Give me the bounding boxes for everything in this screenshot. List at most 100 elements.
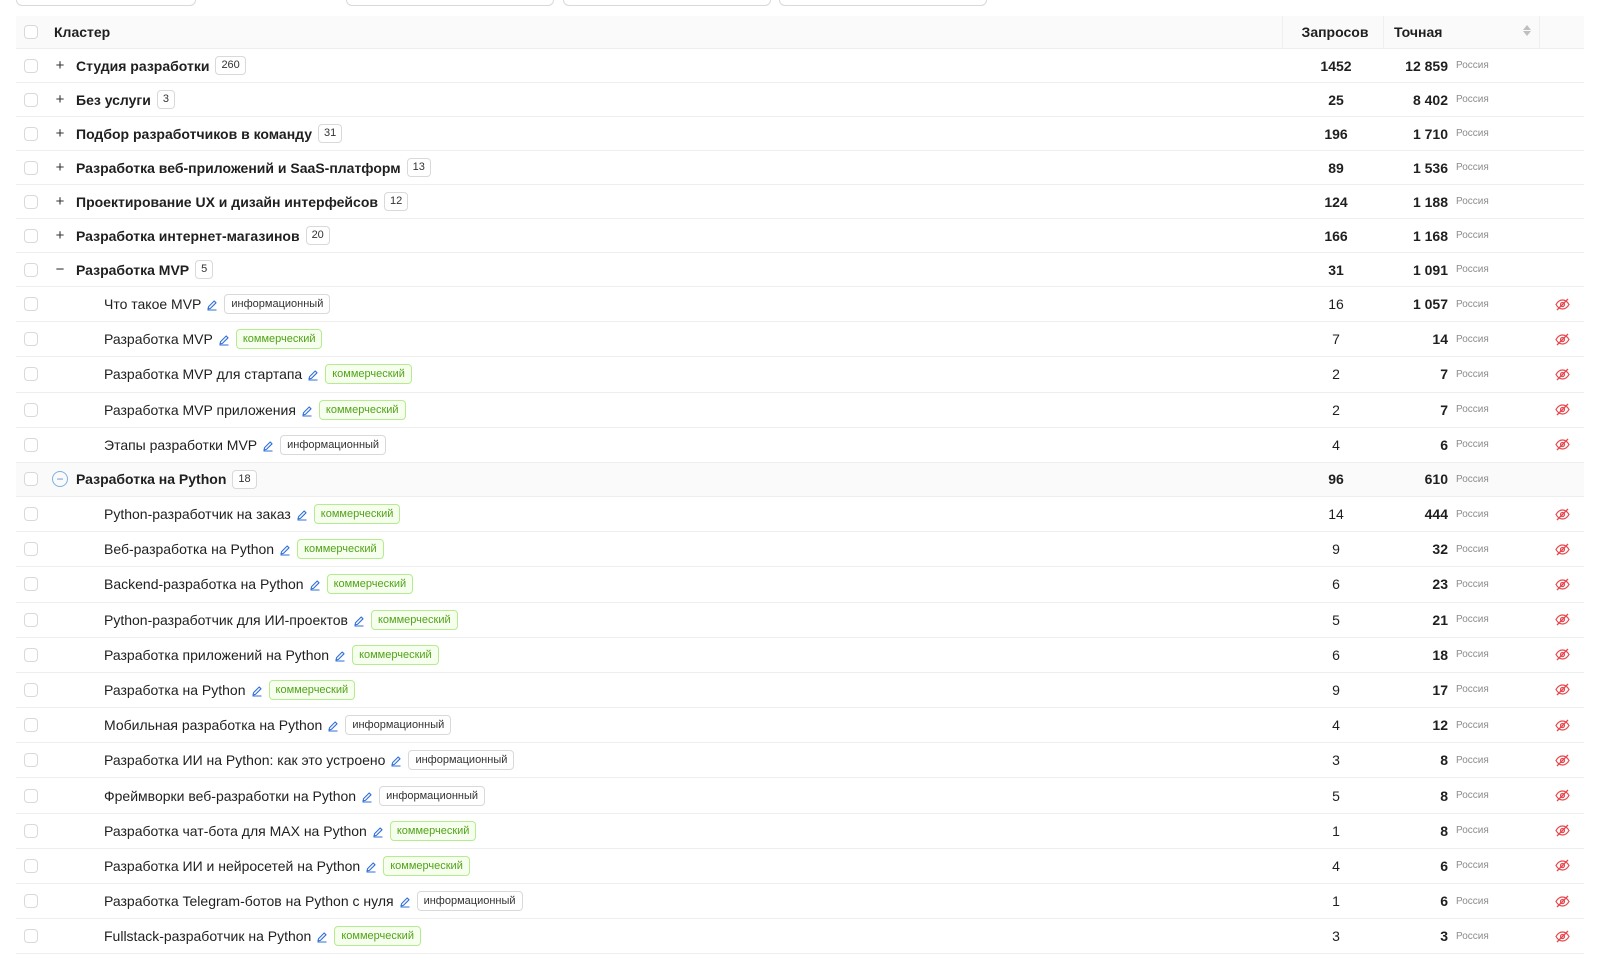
row-checkbox[interactable] (24, 228, 38, 243)
expand-icon[interactable]: + (52, 92, 68, 108)
cluster-row[interactable]: + Подбор разработчиков в команду 31 196 1 71… (16, 117, 1584, 151)
cluster-row[interactable]: + Разработка веб-приложений и SaaS-платфо… (16, 151, 1584, 185)
row-checkbox[interactable] (24, 647, 38, 662)
row-checkbox[interactable] (24, 507, 38, 522)
pencil-icon[interactable] (301, 404, 313, 417)
eye-off-icon[interactable] (1554, 859, 1570, 872)
keyword-row[interactable]: Фреймворки веб-разработки на Python инфор… (16, 778, 1584, 814)
filter-chip[interactable] (563, 0, 771, 6)
keyword-row[interactable]: Python-разработчик на заказ коммерческий 1… (16, 497, 1584, 533)
pencil-icon[interactable] (361, 790, 373, 803)
row-checkbox[interactable] (24, 753, 38, 768)
column-exact-header[interactable]: Точная (1383, 16, 1539, 48)
expand-icon[interactable]: + (52, 228, 68, 244)
row-checkbox[interactable] (24, 437, 38, 452)
eye-off-icon[interactable] (1554, 895, 1570, 908)
cluster-row[interactable]: − Разработка MVP 5 31 1 091 Россия (16, 253, 1584, 287)
eye-off-icon[interactable] (1554, 298, 1570, 311)
eye-off-icon[interactable] (1554, 368, 1570, 381)
keyword-row[interactable]: Что такое MVP информационный 16 1 057 Россия (16, 287, 1584, 323)
eye-off-icon[interactable] (1554, 648, 1570, 661)
row-checkbox[interactable] (24, 929, 38, 944)
collapse-icon[interactable]: − (52, 471, 68, 488)
filter-chip[interactable] (346, 0, 554, 6)
eye-off-icon[interactable] (1554, 403, 1570, 416)
keyword-row[interactable]: Разработка на Python коммерческий 9 17 Росси… (16, 673, 1584, 709)
row-checkbox[interactable] (24, 823, 38, 838)
row-checkbox[interactable] (24, 58, 38, 73)
row-checkbox[interactable] (24, 788, 38, 803)
keyword-row[interactable]: Разработка Telegram-ботов на Python с ну… (16, 884, 1584, 920)
row-checkbox[interactable] (24, 126, 38, 141)
pencil-icon[interactable] (372, 825, 384, 838)
keyword-row[interactable]: Разработка приложений на Python коммерчес… (16, 638, 1584, 673)
eye-off-icon[interactable] (1554, 438, 1570, 451)
keyword-row[interactable]: Разработка MVP коммерческий 7 14 Россия (16, 322, 1584, 358)
filter-chip[interactable] (16, 0, 196, 6)
pencil-icon[interactable] (206, 298, 218, 311)
eye-off-icon[interactable] (1554, 333, 1570, 346)
keyword-row[interactable]: Fullstack-разработчик на Python коммерчес… (16, 919, 1584, 954)
row-checkbox[interactable] (24, 367, 38, 382)
cluster-row[interactable]: − Разработка на Python 18 96 610 Россия (16, 462, 1584, 497)
cluster-row[interactable]: + Проектирование UX и дизайн интерфейсов 1… (16, 185, 1584, 219)
row-checkbox[interactable] (24, 194, 38, 209)
pencil-icon[interactable] (309, 578, 321, 591)
keyword-row[interactable]: Разработка MVP приложения коммерческий 2 7 Р… (16, 393, 1584, 428)
keyword-row[interactable]: Разработка MVP для стартапа коммерческий 2… (16, 357, 1584, 393)
row-checkbox[interactable] (24, 682, 38, 697)
eye-off-icon[interactable] (1554, 754, 1570, 767)
keyword-row[interactable]: Backend-разработка на Python коммерческий… (16, 567, 1584, 603)
sort-icon[interactable] (1523, 25, 1531, 36)
row-checkbox[interactable] (24, 894, 38, 909)
cluster-row[interactable]: + Студия разработки 260 1452 12 859 Россия (16, 49, 1584, 83)
eye-off-icon[interactable] (1554, 789, 1570, 802)
eye-off-icon[interactable] (1554, 543, 1570, 556)
pencil-icon[interactable] (307, 368, 319, 381)
eye-off-icon[interactable] (1554, 930, 1570, 943)
keyword-row[interactable]: Разработка чат-бота для MAX на Python ком… (16, 814, 1584, 849)
eye-off-icon[interactable] (1554, 719, 1570, 732)
pencil-icon[interactable] (334, 649, 346, 662)
pencil-icon[interactable] (353, 614, 365, 627)
collapse-icon[interactable]: − (52, 262, 68, 278)
row-checkbox[interactable] (24, 612, 38, 627)
row-checkbox[interactable] (24, 718, 38, 733)
column-cluster-header[interactable]: Кластер (38, 24, 1282, 40)
row-checkbox[interactable] (24, 160, 38, 175)
keyword-row[interactable]: Разработка ИИ и нейросетей на Python комм… (16, 849, 1584, 884)
pencil-icon[interactable] (327, 719, 339, 732)
pencil-icon[interactable] (279, 543, 291, 556)
pencil-icon[interactable] (316, 930, 328, 943)
expand-icon[interactable]: + (52, 160, 68, 176)
row-checkbox[interactable] (24, 472, 38, 487)
expand-icon[interactable]: + (52, 58, 68, 74)
row-checkbox[interactable] (24, 297, 38, 312)
eye-off-icon[interactable] (1554, 824, 1570, 837)
row-checkbox[interactable] (24, 577, 38, 592)
expand-icon[interactable]: + (52, 126, 68, 142)
pencil-icon[interactable] (399, 895, 411, 908)
select-all-checkbox[interactable] (24, 25, 38, 39)
pencil-icon[interactable] (365, 860, 377, 873)
expand-icon[interactable]: + (52, 194, 68, 210)
cluster-row[interactable]: + Без услуги 3 25 8 402 Россия (16, 83, 1584, 117)
pencil-icon[interactable] (390, 754, 402, 767)
eye-off-icon[interactable] (1554, 683, 1570, 696)
row-checkbox[interactable] (24, 858, 38, 873)
pencil-icon[interactable] (262, 439, 274, 452)
keyword-row[interactable]: Python-разработчик для ИИ-проектов коммер… (16, 603, 1584, 638)
row-checkbox[interactable] (24, 262, 38, 277)
row-checkbox[interactable] (24, 542, 38, 557)
row-checkbox[interactable] (24, 332, 38, 347)
row-checkbox[interactable] (24, 402, 38, 417)
pencil-icon[interactable] (218, 333, 230, 346)
keyword-row[interactable]: Разработка ИИ на Python: как это устроен… (16, 743, 1584, 779)
cluster-row[interactable]: + Разработка интернет-магазинов 20 166 1 168… (16, 219, 1584, 253)
pencil-icon[interactable] (296, 508, 308, 521)
pencil-icon[interactable] (251, 684, 263, 697)
column-requests-header[interactable]: Запросов (1282, 16, 1383, 48)
eye-off-icon[interactable] (1554, 578, 1570, 591)
eye-off-icon[interactable] (1554, 613, 1570, 626)
row-checkbox[interactable] (24, 92, 38, 107)
